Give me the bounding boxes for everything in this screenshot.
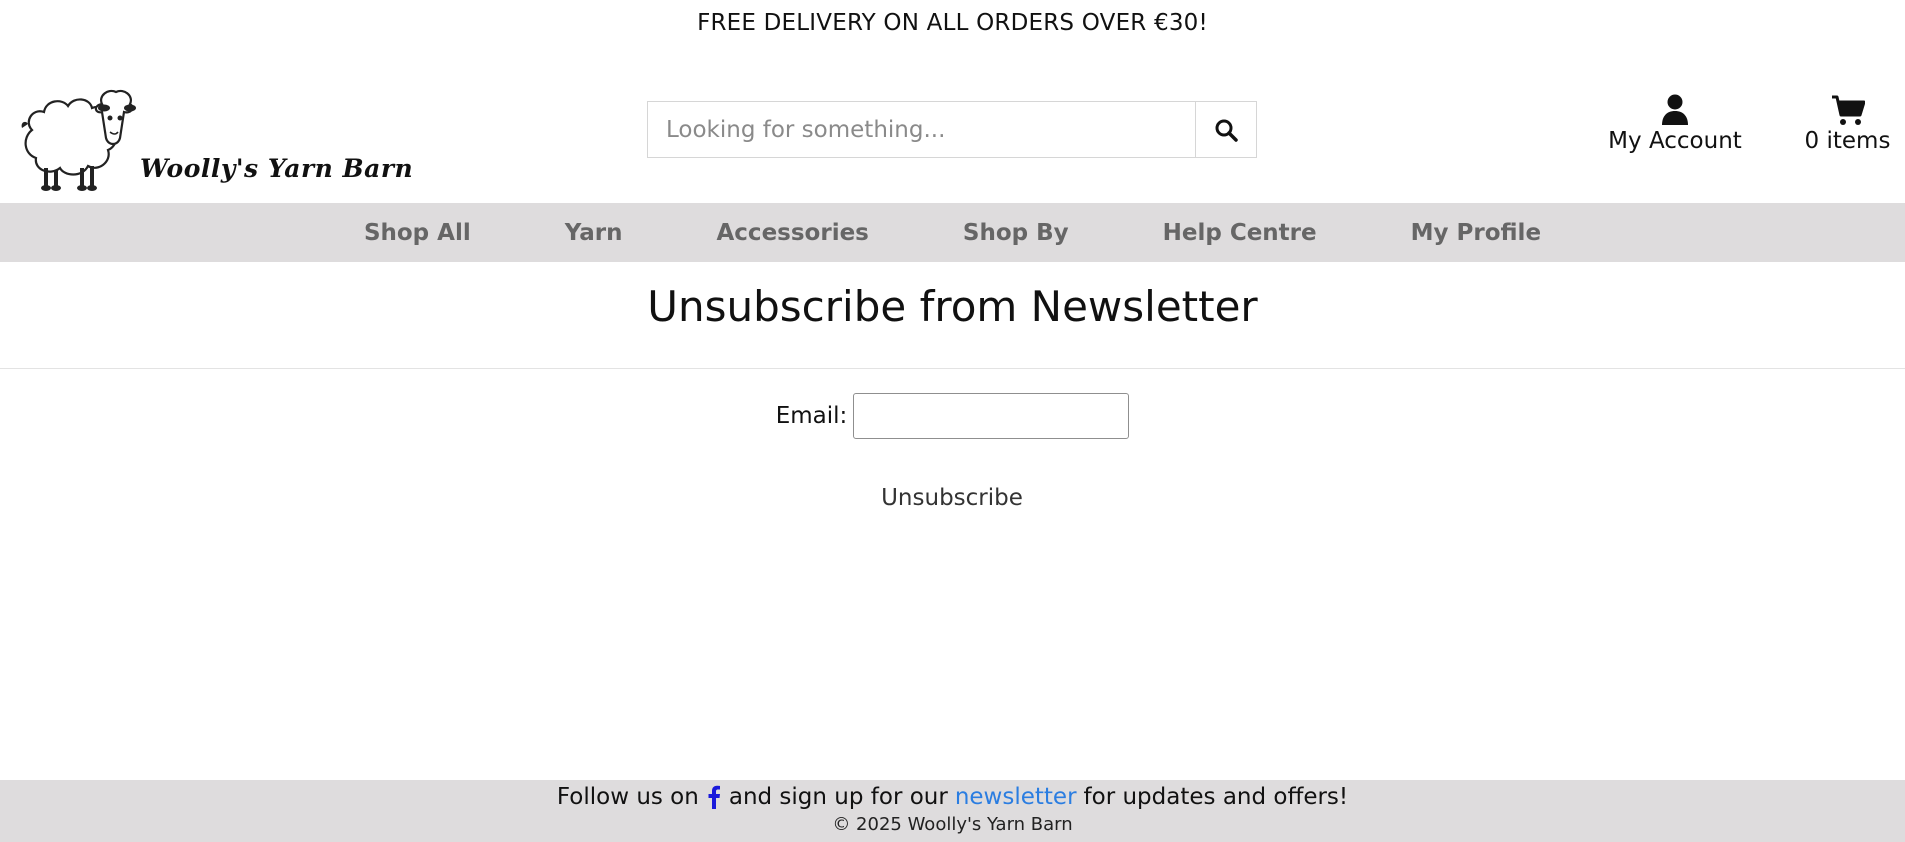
my-account-link[interactable]: My Account: [1600, 94, 1750, 154]
footer-follow-suffix: for updates and offers!: [1083, 784, 1349, 810]
nav-item-shop-by[interactable]: Shop By: [963, 220, 1069, 246]
nav-item-yarn[interactable]: Yarn: [565, 220, 623, 246]
search-input[interactable]: [648, 102, 1195, 157]
cart-count-label: 0 items: [1804, 128, 1891, 154]
site-logo[interactable]: Woolly's Yarn Barn: [18, 82, 428, 192]
cart-icon: [1831, 95, 1865, 125]
email-field[interactable]: [853, 393, 1130, 439]
unsubscribe-button[interactable]: Unsubscribe: [852, 478, 1052, 518]
email-label: Email:: [775, 403, 848, 429]
my-account-label: My Account: [1608, 128, 1742, 154]
nav-item-help-centre[interactable]: Help Centre: [1163, 220, 1317, 246]
footer-follow-middle: and sign up for our: [728, 784, 948, 810]
nav-item-shop-all[interactable]: Shop All: [364, 220, 471, 246]
logo-text: Woolly's Yarn Barn: [140, 154, 414, 183]
sheep-logo-icon: [21, 89, 136, 191]
promo-banner: FREE DELIVERY ON ALL ORDERS OVER €30!: [0, 0, 1905, 46]
site-header: Woolly's Yarn Barn My Account 0 items: [0, 46, 1905, 203]
footer-follow-line: Follow us on and sign up for our newslet…: [0, 780, 1905, 810]
nav-item-my-profile[interactable]: My Profile: [1411, 220, 1541, 246]
copyright-text: © 2025 Woolly's Yarn Barn: [832, 814, 1073, 835]
page-title: Unsubscribe from Newsletter: [647, 282, 1258, 331]
user-icon: [1662, 94, 1688, 125]
site-footer: Follow us on and sign up for our newslet…: [0, 780, 1905, 842]
facebook-icon[interactable]: [707, 785, 721, 809]
search-button[interactable]: [1195, 102, 1256, 157]
search-bar: [647, 101, 1257, 158]
title-divider: [0, 368, 1905, 369]
nav-item-accessories[interactable]: Accessories: [717, 220, 869, 246]
footer-follow-prefix: Follow us on: [556, 784, 699, 810]
newsletter-link[interactable]: newsletter: [955, 784, 1077, 810]
unsubscribe-form: Email:: [0, 393, 1905, 439]
search-icon: [1215, 119, 1238, 142]
promo-text: FREE DELIVERY ON ALL ORDERS OVER €30!: [697, 10, 1208, 36]
main-nav: Shop All Yarn Accessories Shop By Help C…: [0, 203, 1905, 262]
cart-link[interactable]: 0 items: [1800, 94, 1895, 154]
